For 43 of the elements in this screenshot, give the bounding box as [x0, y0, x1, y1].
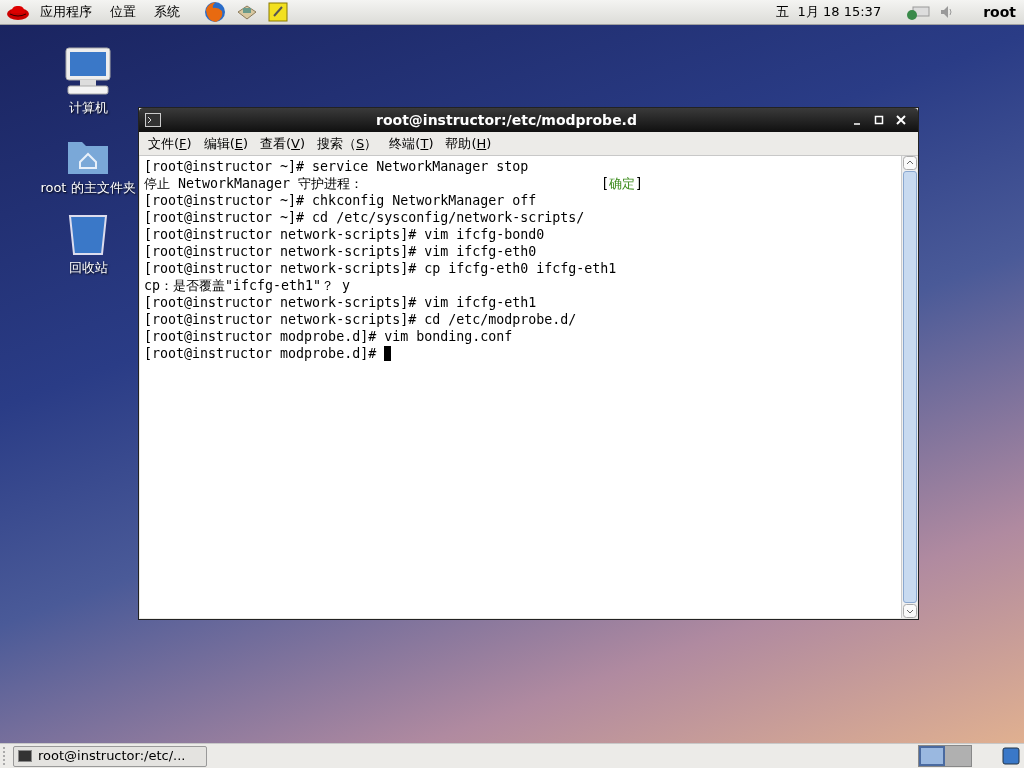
- workspace-switcher[interactable]: [945, 746, 971, 766]
- menu-item[interactable]: 文件(F): [143, 133, 197, 154]
- maximize-icon[interactable]: [874, 115, 884, 125]
- menu-item[interactable]: 帮助(H): [440, 133, 497, 154]
- terminal-line: [root@instructor network-scripts]# vim ifcfg-eth0: [144, 243, 537, 260]
- arrow-up-icon[interactable]: [902, 156, 917, 170]
- icon-label[interactable]: 计算机: [68, 97, 108, 117]
- arrow-down-icon[interactable]: [902, 604, 917, 618]
- menu-item[interactable]: 编辑(E): [198, 133, 253, 154]
- terminal-line: [root@instructor network-scripts]# vim ifcfg-eth1: [144, 294, 537, 311]
- panel-menu[interactable]: 位置: [108, 2, 138, 22]
- workspace-switcher[interactable]: [919, 746, 945, 766]
- panel-menu[interactable]: 应用程序: [38, 2, 94, 22]
- terminal-line: [root@instructor network-scripts]# cd /etc/modprobe.d/: [144, 311, 577, 328]
- close-icon[interactable]: [896, 115, 906, 125]
- terminal-line: [root@instructor network-scripts]# cp ifcfg-eth0 ifcfg-eth1: [144, 260, 617, 277]
- trash-can-icon[interactable]: [1002, 747, 1020, 765]
- menu-item[interactable]: 查看(V): [255, 133, 311, 154]
- note-pencil-icon[interactable]: [268, 2, 288, 22]
- icon-label[interactable]: 回收站: [68, 257, 108, 277]
- terminal-line: [root@instructor modprobe.d]#: [144, 345, 378, 362]
- network-icon[interactable]: [905, 3, 932, 21]
- terminal-icon: [18, 750, 32, 762]
- taskbar-button[interactable]: root@instructor:/etc/...: [13, 745, 207, 767]
- hat-logo-icon[interactable]: [6, 3, 30, 21]
- terminal-icon[interactable]: [145, 113, 161, 127]
- icon-label[interactable]: root 的主文件夹: [40, 177, 136, 197]
- status-text: [确定]: [600, 175, 643, 192]
- panel-menu[interactable]: 系统: [152, 2, 182, 22]
- window-title: root@instructor:/etc/modprobe.d: [375, 110, 638, 130]
- menu-item[interactable]: 搜索（S）: [312, 133, 383, 154]
- terminal-line: [root@instructor modprobe.d]# vim bonding.conf: [144, 328, 513, 345]
- globe-browser-icon[interactable]: [204, 1, 226, 23]
- monitor-icon[interactable]: [64, 45, 112, 96]
- terminal-line: [root@instructor ~]# chkconfig NetworkManager off: [144, 192, 537, 209]
- clock[interactable]: 五 1月 18 15:37: [776, 2, 882, 22]
- terminal-line: [root@instructor ~]# service NetworkManager stop: [144, 158, 529, 175]
- user-name[interactable]: root: [983, 1, 1016, 23]
- terminal-line: [root@instructor ~]# cd /etc/sysconfig/network-scripts/: [144, 209, 585, 226]
- menu-item[interactable]: 终端(T): [384, 133, 439, 154]
- terminal-line: [root@instructor network-scripts]# vim ifcfg-bond0: [144, 226, 545, 243]
- terminal-line: 停止 NetworkManager 守护进程：: [144, 175, 364, 192]
- terminal-line: cp：是否覆盖"ifcfg-eth1"？ y: [144, 277, 351, 294]
